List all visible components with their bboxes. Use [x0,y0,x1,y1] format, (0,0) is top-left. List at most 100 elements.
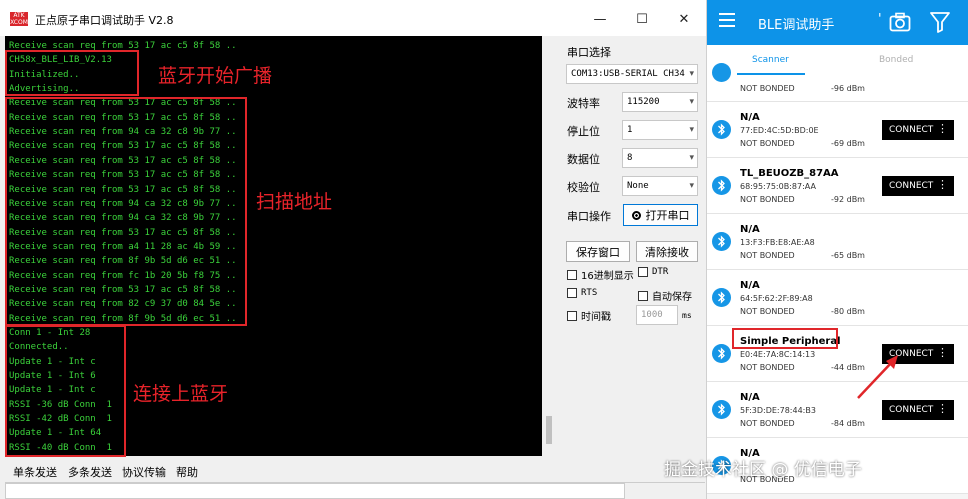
bottom-tab-bar: 单条发送 多条发送 协议传输 帮助 [5,460,705,483]
bluetooth-icon [712,63,731,82]
bluetooth-icon [712,232,731,251]
stop-bits-label: 停止位 [567,125,600,138]
open-port-label: 打开串口 [645,209,690,222]
tab-protocol[interactable]: 协议传输 [122,464,166,480]
auto-save-label: 自动保存 [652,292,692,303]
tab-single-send[interactable]: 单条发送 [13,464,57,480]
data-bits-label: 数据位 [567,153,600,166]
checkbox-box [567,310,577,321]
hex-display-label: 16进制显示 [581,271,634,282]
more-vert-icon[interactable]: ⋮ [937,402,948,416]
send-input[interactable] [5,483,625,499]
stop-bits-value: 1 [627,125,633,135]
more-vert-icon[interactable]: ⋮ [937,122,948,136]
parity-select[interactable]: None ▾ [622,176,698,196]
device-mac: 13:F3:FB:E8:AE:A8 [740,238,815,247]
device-list-item[interactable]: TL_BEUOZB_87AA 68:95:75:0B:87:AA NOT BONDE… [707,158,968,214]
more-vert-icon[interactable]: ⋮ [937,346,948,360]
close-button[interactable]: ✕ [662,6,706,32]
app-bar: BLE调试助手 ' [707,0,968,45]
connect-label: CONNECT [889,125,934,135]
parity-label: 校验位 [567,181,600,194]
connect-button[interactable]: CONNECT ⋮ [882,176,954,196]
radio-dot-icon [631,210,641,220]
device-status: NOT BONDED [740,419,795,428]
clear-receive-button[interactable]: 清除接收 [636,241,698,262]
timestamp-checkbox[interactable]: 时间戳 [567,308,611,323]
device-name: N/A [740,280,760,291]
device-rssi: -84 dBm [831,419,865,428]
device-mac: 5F:3D:DE:78:44:B3 [740,406,816,415]
tab-scanner[interactable]: Scanner [752,55,789,65]
checkbox-box [567,269,577,280]
tab-bonded[interactable]: Bonded [879,55,913,65]
rts-checkbox[interactable]: RTS [567,288,597,298]
timestamp-label: 时间戳 [581,312,611,323]
baud-value: 115200 [627,97,660,107]
device-list-item[interactable]: N/A 77:ED:4C:5D:BD:0E NOT BONDED -69 dBm CON… [707,102,968,158]
minimize-button[interactable]: — [578,6,622,32]
device-rssi: -96 dBm [831,84,865,93]
arrow-annotation-icon [857,355,898,399]
rts-label: RTS [581,288,598,298]
data-bits-select[interactable]: 8 ▾ [622,148,698,168]
scanning-highlight-box [5,97,247,326]
bluetooth-icon [712,400,731,419]
connect-label: CONNECT [889,181,934,191]
app-logo-icon: ATK XCOM [10,12,28,26]
checkbox-box [638,267,648,277]
device-status: NOT BONDED [740,139,795,148]
app-title: 正点原子串口调试助手 V2.8 [35,14,174,27]
auto-save-checkbox[interactable]: 自动保存 [638,288,692,303]
baud-select[interactable]: 115200 ▾ [622,92,698,112]
port-operation-label: 串口操作 [567,210,611,223]
save-window-button[interactable]: 保存窗口 [566,241,630,262]
device-list-item[interactable]: N/A 13:F3:FB:E8:AE:A8 NOT BONDED -65 dBm [707,214,968,270]
chevron-down-icon: ▾ [689,125,694,135]
more-vert-icon[interactable]: ⋮ [937,178,948,192]
device-status: NOT BONDED [740,307,795,316]
chevron-down-icon: ▾ [689,69,694,79]
title-bar: ATK XCOM 正点原子串口调试助手 V2.8 — ☐ ✕ [0,0,706,36]
scanning-annotation: 扫描地址 [256,191,333,213]
filter-icon[interactable] [929,11,951,37]
maximize-button[interactable]: ☐ [620,6,664,32]
scrollbar-thumb[interactable] [546,416,552,444]
data-bits-value: 8 [627,153,633,163]
bluetooth-icon [712,120,731,139]
device-rssi: -80 dBm [831,307,865,316]
device-list-item[interactable]: N/A 64:5F:62:2F:89:A8 NOT BONDED -80 dBm [707,270,968,326]
connect-label: CONNECT [889,405,934,415]
app-bar-tick: ' [878,12,882,27]
camera-icon[interactable] [889,12,911,36]
device-mac: 77:ED:4C:5D:BD:0E [740,126,819,135]
dtr-checkbox[interactable]: DTR [638,267,668,277]
tab-help[interactable]: 帮助 [176,464,198,480]
bluetooth-icon [712,344,731,363]
device-name: N/A [740,224,760,235]
baud-label: 波特率 [567,97,600,110]
chevron-down-icon: ▾ [689,181,694,191]
port-select[interactable]: COM13:USB-SERIAL CH34 ▾ [566,64,698,84]
watermark: 掘金技术社区 @ 优信电子 [664,460,862,480]
open-port-button[interactable]: 打开串口 [623,204,698,226]
bluetooth-icon [712,176,731,195]
device-status: NOT BONDED [740,84,795,93]
device-list-item[interactable]: NOT BONDED -96 dBm [707,63,968,102]
hex-display-checkbox[interactable]: 16进制显示 [567,267,634,282]
stop-bits-select[interactable]: 1 ▾ [622,120,698,140]
connect-button[interactable]: CONNECT ⋮ [882,120,954,140]
simple-peripheral-highlight-box [732,328,838,349]
dtr-label: DTR [652,267,669,277]
app-title: BLE调试助手 [758,18,835,33]
port-select-label: 串口选择 [567,46,611,59]
ble-phone-app: BLE调试助手 ' Scanner Bonded NOT BONDED -96 d… [707,0,968,499]
phone-tab-bar: Scanner Bonded [707,45,968,75]
device-list-item[interactable]: N/A 5F:3D:DE:78:44:B3 NOT BONDED -84 dBm CON… [707,382,968,438]
tab-multi-send[interactable]: 多条发送 [68,464,112,480]
terminal-scrollbar[interactable] [543,36,555,456]
menu-icon[interactable] [719,13,735,27]
device-mac: 64:5F:62:2F:89:A8 [740,294,813,303]
chevron-down-icon: ▾ [689,97,694,107]
timestamp-interval-input[interactable]: 1000 [636,305,678,325]
